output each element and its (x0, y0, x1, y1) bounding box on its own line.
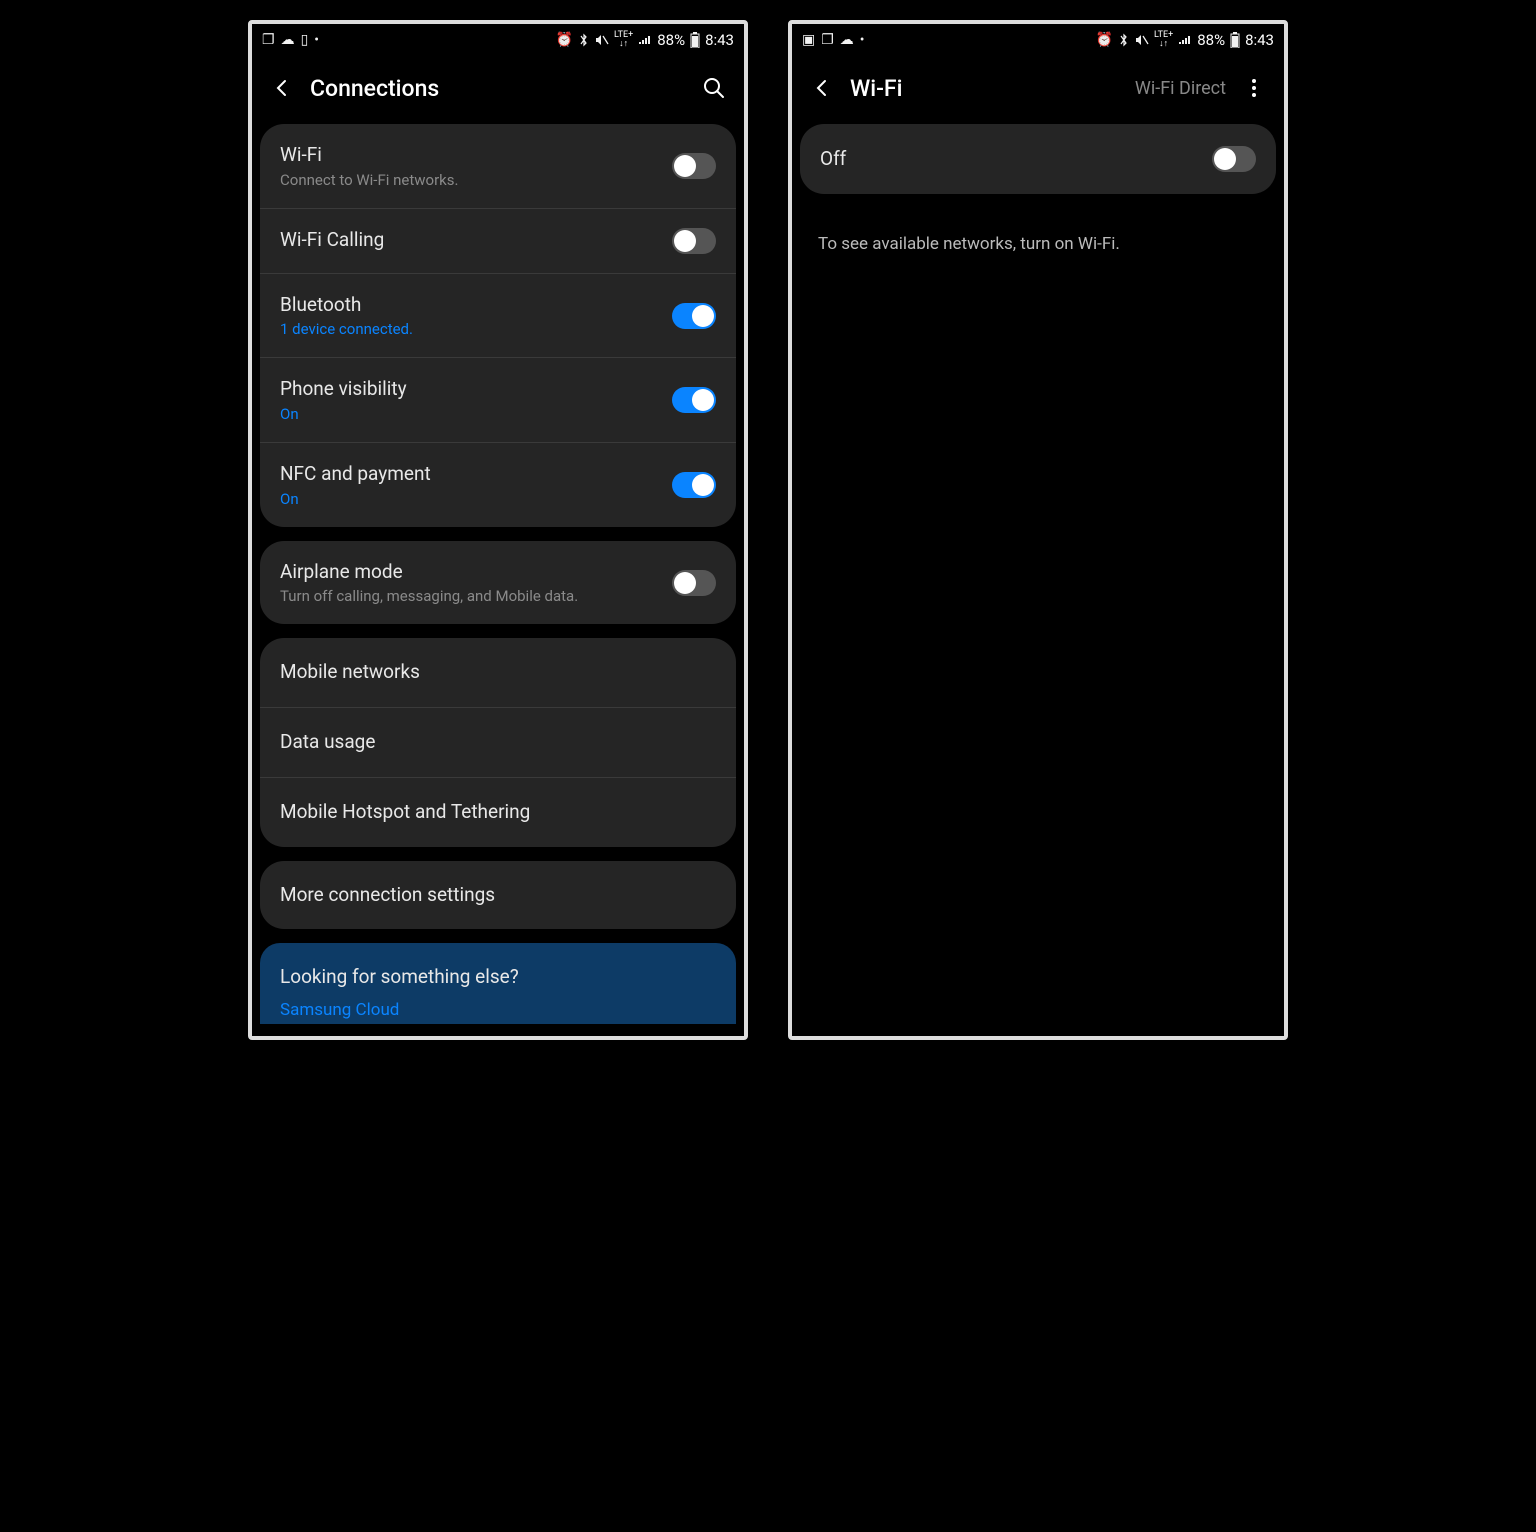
cloud-icon: ☁ (840, 32, 854, 48)
network-type-icon: LTE+↓↑ (1154, 31, 1173, 49)
settings-row-nfc[interactable]: NFC and payment On (260, 443, 736, 527)
search-button[interactable] (700, 74, 728, 102)
network-type-icon: LTE+↓↑ (614, 31, 633, 49)
row-title: Airplane mode (280, 560, 672, 585)
status-bar: ▣ ❐ ☁ • ⏰ LTE+↓↑ 88% 8:43 (792, 24, 1284, 56)
settings-row-bluetooth[interactable]: Bluetooth 1 device connected. (260, 274, 736, 359)
switch-label: Off (820, 147, 1212, 172)
row-title: Bluetooth (280, 293, 672, 318)
settings-row-mobile-networks[interactable]: Mobile networks (260, 638, 736, 708)
settings-group: More connection settings (260, 861, 736, 930)
row-subtitle: Connect to Wi-Fi networks. (280, 171, 672, 189)
row-title: Mobile networks (280, 660, 716, 685)
signal-icon (1178, 34, 1192, 46)
more-notifications-icon: • (860, 32, 865, 48)
alarm-icon: ⏰ (556, 32, 573, 48)
row-title: Data usage (280, 730, 716, 755)
more-options-button[interactable] (1240, 74, 1268, 102)
wifi-toggle[interactable] (672, 153, 716, 179)
page-title: Wi-Fi (850, 75, 1135, 102)
phone-wifi: ▣ ❐ ☁ • ⏰ LTE+↓↑ 88% 8:43 (788, 20, 1288, 1040)
multiwindow-icon: ❐ (262, 32, 275, 48)
phone-visibility-toggle[interactable] (672, 387, 716, 413)
mute-icon (1135, 34, 1149, 46)
clock: 8:43 (1245, 31, 1274, 49)
battery-icon (1230, 32, 1240, 48)
help-link-samsung-cloud[interactable]: Samsung Cloud (260, 1000, 736, 1024)
row-subtitle: Turn off calling, messaging, and Mobile … (280, 587, 672, 605)
settings-row-airplane[interactable]: Airplane mode Turn off calling, messagin… (260, 541, 736, 625)
nfc-toggle[interactable] (672, 472, 716, 498)
settings-row-phone-visibility[interactable]: Phone visibility On (260, 358, 736, 443)
bluetooth-toggle[interactable] (672, 303, 716, 329)
bluetooth-icon (1118, 33, 1130, 47)
row-title: Mobile Hotspot and Tethering (280, 800, 716, 825)
back-button[interactable] (808, 74, 836, 102)
multiwindow-icon: ❐ (821, 32, 834, 48)
settings-group: Airplane mode Turn off calling, messagin… (260, 541, 736, 625)
row-subtitle: 1 device connected. (280, 320, 672, 338)
alarm-icon: ⏰ (1096, 32, 1113, 48)
phone-connections: ❐ ☁ ▯ • ⏰ LTE+↓↑ 88% 8:43 (248, 20, 748, 1040)
help-title: Looking for something else? (260, 943, 736, 1000)
battery-icon (690, 32, 700, 48)
cloud-icon: ☁ (281, 32, 295, 48)
settings-row-more[interactable]: More connection settings (260, 861, 736, 930)
row-title: NFC and payment (280, 462, 672, 487)
wifi-calling-toggle[interactable] (672, 228, 716, 254)
battery-percent: 88% (657, 31, 685, 49)
battery-percent: 88% (1197, 31, 1225, 49)
row-subtitle: On (280, 490, 672, 508)
more-notifications-icon: • (314, 32, 319, 48)
battery-saver-icon: ▯ (301, 32, 309, 48)
settings-row-hotspot[interactable]: Mobile Hotspot and Tethering (260, 778, 736, 847)
row-title: Phone visibility (280, 377, 672, 402)
row-title: More connection settings (280, 883, 716, 908)
signal-icon (638, 34, 652, 46)
wifi-direct-button[interactable]: Wi-Fi Direct (1135, 78, 1226, 99)
bluetooth-icon (578, 33, 590, 47)
page-title: Connections (310, 75, 700, 102)
row-subtitle: On (280, 405, 672, 423)
help-card[interactable]: Looking for something else? Samsung Clou… (260, 943, 736, 1024)
back-button[interactable] (268, 74, 296, 102)
status-bar: ❐ ☁ ▯ • ⏰ LTE+↓↑ 88% 8:43 (252, 24, 744, 56)
settings-group: Wi-Fi Connect to Wi-Fi networks. Wi-Fi C… (260, 124, 736, 527)
settings-group: Mobile networks Data usage Mobile Hotspo… (260, 638, 736, 846)
empty-state-message: To see available networks, turn on Wi-Fi… (800, 208, 1276, 280)
master-switch-card: Off (800, 124, 1276, 194)
settings-row-data-usage[interactable]: Data usage (260, 708, 736, 778)
content-list: Wi-Fi Connect to Wi-Fi networks. Wi-Fi C… (252, 124, 744, 1036)
header: Wi-Fi Wi-Fi Direct (792, 56, 1284, 124)
header: Connections (252, 56, 744, 124)
row-title: Wi-Fi (280, 143, 672, 168)
airplane-toggle[interactable] (672, 570, 716, 596)
clock: 8:43 (705, 31, 734, 49)
mute-icon (595, 34, 609, 46)
content-list: Off To see available networks, turn on W… (792, 124, 1284, 1036)
wifi-master-toggle[interactable] (1212, 146, 1256, 172)
screenshot-icon: ▣ (802, 32, 815, 48)
settings-row-wifi-calling[interactable]: Wi-Fi Calling (260, 209, 736, 274)
wifi-master-switch-row[interactable]: Off (800, 124, 1276, 194)
row-title: Wi-Fi Calling (280, 228, 672, 253)
settings-row-wifi[interactable]: Wi-Fi Connect to Wi-Fi networks. (260, 124, 736, 209)
